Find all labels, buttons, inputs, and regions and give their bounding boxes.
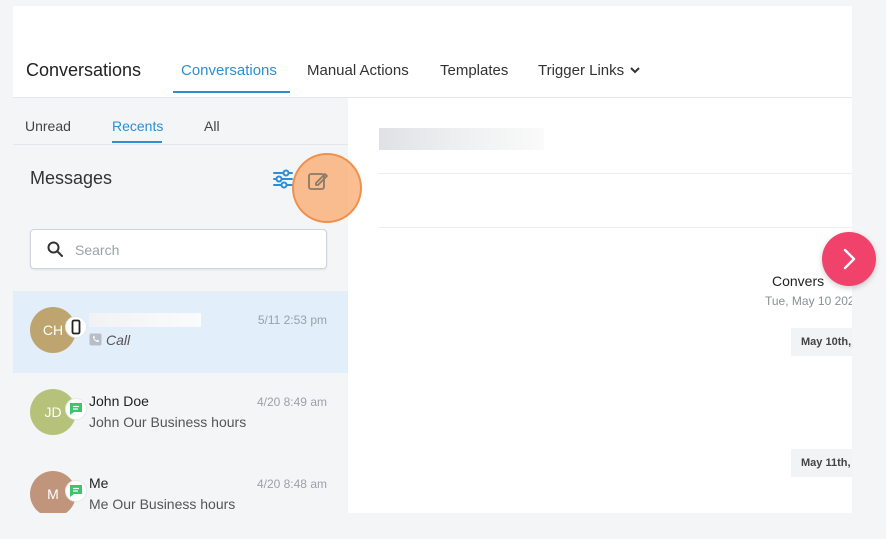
chevron-right-icon (843, 248, 856, 270)
page-title: Conversations (26, 60, 142, 80)
conversation-start-title: Convers (772, 273, 825, 289)
call-icon (89, 333, 102, 346)
divider (378, 227, 852, 228)
active-tab-indicator (173, 91, 290, 93)
tab-templates[interactable]: Templates (440, 62, 508, 79)
subtabs: Unread Recents All (13, 98, 348, 145)
conversation-detail-panel: Convers Tue, May 10 202 May 10th, May 11… (348, 98, 852, 513)
search-input[interactable] (73, 238, 317, 262)
date-separator: May 10th, (791, 328, 852, 356)
app-window: Conversations Conversations Manual Actio… (13, 6, 852, 513)
conversation-preview: John Our Business hours (89, 414, 247, 430)
compose-icon[interactable] (307, 170, 329, 192)
tab-trigger-links[interactable]: Trigger Links (538, 62, 640, 79)
conversation-preview: Me Our Business hours (89, 496, 236, 512)
subtab-recents[interactable]: Recents (112, 118, 163, 134)
conversation-list-panel: Unread Recents All Messages Search CH Ca… (13, 98, 362, 513)
tab-trigger-links-label: Trigger Links (538, 62, 625, 79)
subtab-all[interactable]: All (204, 118, 220, 134)
conversation-item[interactable]: CH Call 5/11 2:53 pm (13, 291, 348, 373)
conversation-time: 5/11 2:53 pm (257, 313, 327, 327)
conversation-start-date: Tue, May 10 202 (765, 294, 852, 308)
conversation-time: 4/20 8:49 am (256, 395, 327, 409)
divider (378, 173, 852, 174)
header: Conversations Conversations Manual Actio… (13, 6, 852, 98)
conversation-preview-text: Call (106, 332, 131, 348)
conversation-item[interactable]: M Me Me Our Business hours 4/20 8:48 am (13, 455, 348, 513)
conversation-name: Me (89, 475, 109, 491)
chat-icon (66, 399, 86, 419)
search-icon (47, 241, 63, 257)
active-subtab-indicator (112, 141, 162, 143)
redacted-name (89, 313, 201, 327)
filter-icon[interactable] (272, 169, 294, 189)
date-separator: May 11th, (791, 449, 852, 477)
expand-panel-button[interactable] (822, 232, 876, 286)
conversation-time: 4/20 8:48 am (256, 477, 327, 491)
redacted-contact-name (379, 128, 544, 150)
tab-conversations[interactable]: Conversations (181, 62, 277, 79)
search-box (30, 229, 327, 269)
tab-manual-actions[interactable]: Manual Actions (307, 62, 409, 79)
chat-icon (66, 481, 86, 501)
conversation-item[interactable]: JD John Doe John Our Business hours 4/20… (13, 373, 348, 455)
messages-heading: Messages (30, 168, 113, 188)
phone-icon (66, 317, 86, 337)
conversation-name: John Doe (89, 393, 149, 409)
chevron-down-icon (630, 63, 640, 77)
subtab-unread[interactable]: Unread (25, 118, 71, 134)
conversation-preview: Call (89, 332, 130, 348)
